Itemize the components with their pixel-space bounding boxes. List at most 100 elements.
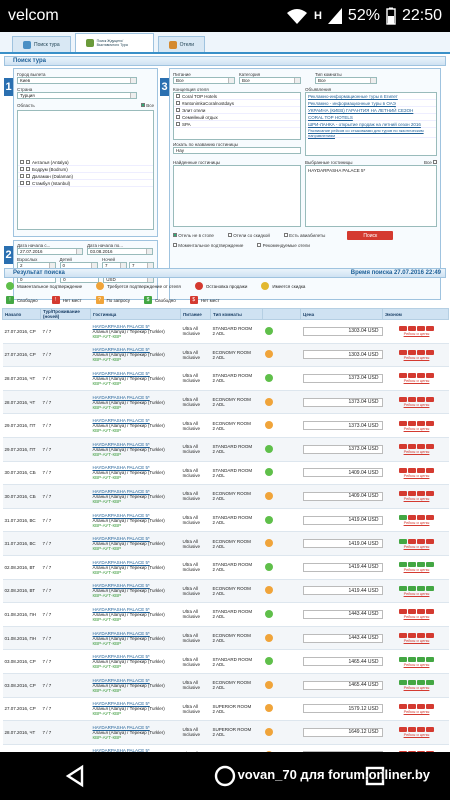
flight-link[interactable]: КВР-АУТ-КВР [93,688,181,693]
price-box[interactable]: 1373.04 USD [302,397,383,407]
flight-link[interactable]: КВР-АУТ-КВР [93,570,181,575]
book-link[interactable]: Рейсы и цены [385,426,449,431]
flight-link[interactable]: КВР-АУТ-КВР [93,334,181,339]
opt-instop-checkbox[interactable]: Отель не в стопе [173,233,214,238]
concept-item[interactable]: Семейный отдых [174,114,300,121]
price-box[interactable]: 1419.44 USD [302,562,383,572]
region-list[interactable]: Анталья (Antalya) Бодрум (Bodrum) Далама… [17,110,154,230]
flight-link[interactable]: КВР-АУТ-КВР [93,452,181,457]
table-row[interactable]: 29.07.2016, ПТ 7 / 7 HAYDARPASHA PALACE … [2,437,449,462]
price-box[interactable]: 1373.04 USD [302,421,383,431]
flight-link[interactable]: КВР-АУТ-КВР [93,357,181,362]
flight-link[interactable]: КВР-АУТ-КВР [93,428,181,433]
flight-link[interactable]: КВР-АУТ-КВР [93,523,181,528]
table-row[interactable]: 03.08.2016, СР 7 / 7 HAYDARPASHA PALACE … [2,649,449,674]
concept-item[interactable]: Coral TOP Hotels [174,93,300,100]
flight-link[interactable]: КВР-АУТ-КВР [93,381,181,386]
table-row[interactable]: 29.07.2016, ПТ 7 / 7 HAYDARPASHA PALACE … [2,413,449,438]
flight-link[interactable]: КВР-АУТ-КВР [93,593,181,598]
col-start[interactable]: Начало [2,308,41,320]
book-link[interactable]: Рейсы и цены [385,402,449,407]
flight-link[interactable]: КВР-АУТ-КВР [93,641,181,646]
book-link[interactable]: Рейсы и цены [385,473,449,478]
price-box[interactable]: 1373.04 USD [302,373,383,383]
book-link[interactable]: Рейсы и цены [385,732,449,737]
tab-tour-search[interactable]: Поиск тура [12,36,71,52]
announce-link[interactable]: CORAL TOP HOTELS [306,114,436,121]
opt-discount-checkbox[interactable]: Отели со скидкой [227,233,270,238]
flight-link[interactable]: КВР-АУТ-КВР [93,617,181,622]
flight-link[interactable]: КВР-АУТ-КВР [93,664,181,669]
home-icon[interactable] [213,764,237,788]
book-link[interactable]: Рейсы и цены [385,544,449,549]
selected-all-checkbox[interactable]: Все [424,160,437,165]
price-box[interactable]: 1443.44 USD [302,633,383,643]
date-from-input[interactable]: 27.07.2016 [17,248,83,255]
price-box[interactable]: 1419.04 USD [302,515,383,525]
announce-link[interactable]: Расписание рейсов со стыковками для туро… [306,128,436,138]
city-select[interactable]: Киев [17,77,137,84]
concept-item[interactable]: SPA [174,121,300,128]
book-link[interactable]: Рейсы и цены [385,331,449,336]
table-row[interactable]: 02.08.2016, ВТ 7 / 7 HAYDARPASHA PALACE … [2,579,449,604]
hotel-search-input[interactable]: Hay [173,147,301,154]
selected-hotels-list[interactable]: HAYDARPASHA PALACE 5* [305,165,437,227]
table-row[interactable]: 30.07.2016, СБ 7 / 7 HAYDARPASHA PALACE … [2,461,449,486]
table-row[interactable]: 31.07.2016, ВС 7 / 7 HAYDARPASHA PALACE … [2,531,449,556]
found-hotels-list[interactable] [173,165,301,227]
date-to-input[interactable]: 03.08.2016 [87,248,153,255]
book-link[interactable]: Рейсы и цены [385,638,449,643]
price-box[interactable]: 1443.44 USD [302,609,383,619]
table-row[interactable]: 28.07.2016, ЧТ 7 / 7 HAYDARPASHA PALACE … [2,720,449,745]
book-link[interactable]: Рейсы и цены [385,709,449,714]
tab-waiting-tour-search[interactable]: Поиск Ждущего/Выставочного Тура [74,33,154,52]
opt-recommended-checkbox[interactable]: Рекомендуемые отели [257,243,310,248]
region-item[interactable]: Даламан (Dalaman) [18,173,153,180]
country-select[interactable]: Турция [17,92,137,99]
price-box[interactable]: 1649.12 USD [302,727,383,737]
book-link[interactable]: Рейсы и цены [385,520,449,525]
opt-avia-checkbox[interactable]: Есть авиабилеты [283,233,325,238]
table-row[interactable]: 27.07.2016, СР 7 / 7 HAYDARPASHA PALACE … [2,697,449,722]
flight-link[interactable]: КВР-АУТ-КВР [93,735,181,740]
flight-link[interactable]: КВР-АУТ-КВР [93,475,181,480]
table-row[interactable]: 29.07.2016, ПТ 7 / 7 HAYDARPASHA PALACE … [2,744,449,752]
region-item[interactable]: Анталья (Antalya) [18,159,153,166]
opt-instant-checkbox[interactable]: Моментальное подтверждение [173,243,243,248]
region-item[interactable]: Стамбул (Istanbul) [18,180,153,187]
table-row[interactable]: 02.08.2016, ВТ 7 / 7 HAYDARPASHA PALACE … [2,555,449,580]
table-row[interactable]: 01.08.2016, ПН 7 / 7 HAYDARPASHA PALACE … [2,626,449,651]
table-row[interactable]: 28.07.2016, ЧТ 7 / 7 HAYDARPASHA PALACE … [2,366,449,391]
table-row[interactable]: 01.08.2016, ПН 7 / 7 HAYDARPASHA PALACE … [2,602,449,627]
search-button[interactable]: Поиск [347,231,394,240]
price-box[interactable]: 1373.04 USD [302,444,383,454]
col-price[interactable]: Цена [300,308,383,320]
price-box[interactable]: 1465.44 USD [302,680,383,690]
back-icon[interactable] [63,764,87,788]
table-row[interactable]: 03.08.2016, СР 7 / 7 HAYDARPASHA PALACE … [2,673,449,698]
table-row[interactable]: 27.07.2016, СР 7 / 7 HAYDARPASHA PALACE … [2,343,449,368]
book-link[interactable]: Рейсы и цены [385,567,449,572]
region-item[interactable]: Бодрум (Bodrum) [18,166,153,173]
flight-link[interactable]: КВР-АУТ-КВР [93,546,181,551]
price-box[interactable]: 1419.44 USD [302,586,383,596]
price-box[interactable]: 1419.04 USD [302,539,383,549]
concept-item[interactable]: Элит отели [174,107,300,114]
col-hotel[interactable]: Гостиница [90,308,181,320]
flight-link[interactable]: КВР-АУТ-КВР [93,711,181,716]
price-box[interactable]: 1409.04 USD [302,491,383,501]
book-link[interactable]: Рейсы и цены [385,496,449,501]
price-box[interactable]: 1579.12 USD [302,704,383,714]
category-select[interactable]: Все [239,77,301,84]
book-link[interactable]: Рейсы и цены [385,355,449,360]
col-room[interactable]: Тип комнаты [210,308,263,320]
book-link[interactable]: Рейсы и цены [385,449,449,454]
book-link[interactable]: Рейсы и цены [385,378,449,383]
selected-hotel[interactable]: HAYDARPASHA PALACE 5* [308,168,365,173]
room-select[interactable]: Все [315,77,377,84]
price-box[interactable]: 1303.04 USD [302,326,383,336]
tab-hotels[interactable]: Отели [157,36,206,52]
table-row[interactable]: 31.07.2016, ВС 7 / 7 HAYDARPASHA PALACE … [2,508,449,533]
concept-list[interactable]: Coral TOP Hotels #antonimkaCoralnostdays… [173,92,301,140]
book-link[interactable]: Рейсы и цены [385,685,449,690]
